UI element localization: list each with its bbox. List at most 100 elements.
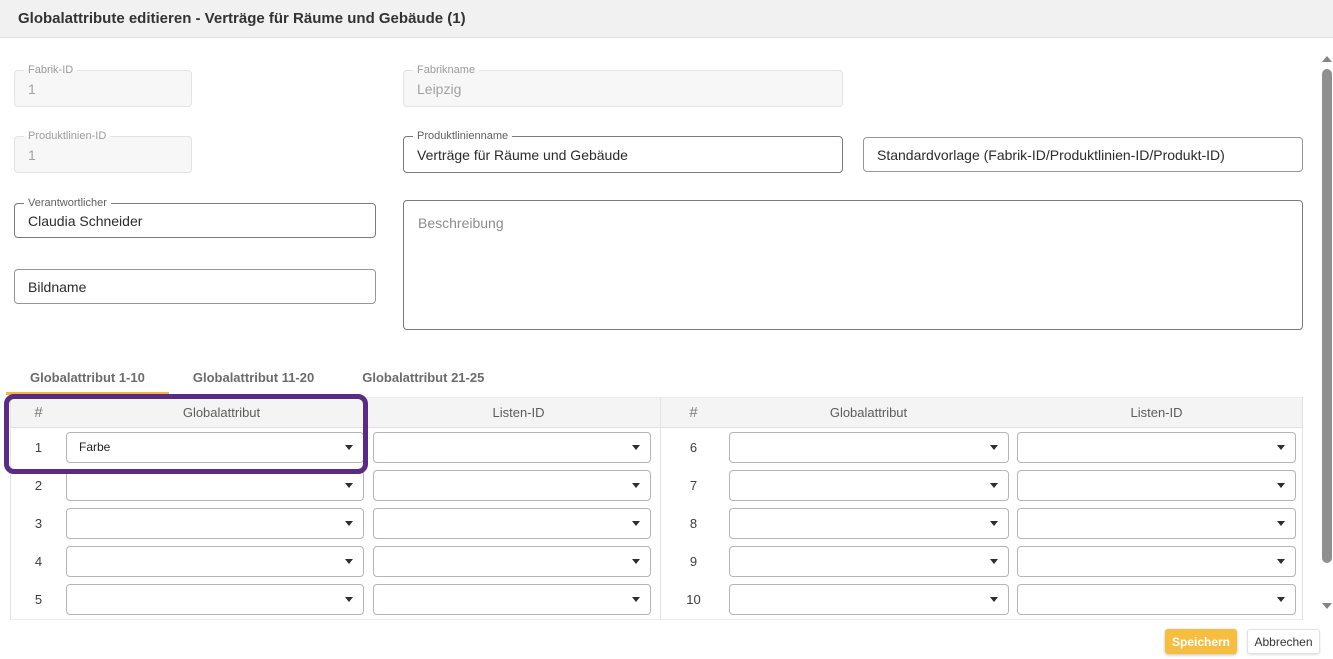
verantwortlicher-value: Claudia Schneider xyxy=(28,213,142,229)
globalattribut-select[interactable] xyxy=(729,508,1009,539)
bildname-input[interactable]: Bildname xyxy=(14,269,376,304)
globalattribut-select[interactable] xyxy=(729,432,1009,463)
chevron-down-icon xyxy=(990,445,998,450)
table-row: 1 Farbe xyxy=(11,428,660,466)
dialog-title-bar: Globalattribute editieren - Verträge für… xyxy=(0,0,1333,38)
scroll-up-icon[interactable] xyxy=(1322,56,1332,62)
row-number: 8 xyxy=(661,516,726,531)
chevron-down-icon xyxy=(990,483,998,488)
tab-globalattribut-1-10[interactable]: Globalattribut 1-10 xyxy=(6,363,169,395)
beschreibung-placeholder: Beschreibung xyxy=(418,215,504,231)
globalattribut-select[interactable] xyxy=(66,584,364,615)
listen-id-select[interactable] xyxy=(1017,470,1296,501)
chevron-down-icon xyxy=(990,597,998,602)
produktlinien-id-label: Produktlinien-ID xyxy=(24,130,110,143)
globalattribut-select[interactable] xyxy=(66,546,364,577)
listen-id-select[interactable] xyxy=(373,546,651,577)
globalattribut-select[interactable] xyxy=(66,508,364,539)
listen-id-select[interactable] xyxy=(1017,508,1296,539)
chevron-down-icon xyxy=(345,445,353,450)
fabrik-id-value: 1 xyxy=(28,81,36,97)
tab-globalattribut-21-25[interactable]: Globalattribut 21-25 xyxy=(338,363,508,395)
globalattribut-select[interactable] xyxy=(66,470,364,501)
fabrik-id-field: Fabrik-ID 1 xyxy=(14,70,192,107)
fabrikname-field: Fabrikname Leipzig xyxy=(403,70,843,107)
verantwortlicher-label: Verantwortlicher xyxy=(24,197,111,210)
table-header: # Globalattribut Listen-ID xyxy=(11,398,660,428)
produktlinien-id-field: Produktlinien-ID 1 xyxy=(14,136,192,173)
listen-id-select[interactable] xyxy=(1017,546,1296,577)
listen-id-select[interactable] xyxy=(373,470,651,501)
chevron-down-icon xyxy=(632,597,640,602)
globalattribut-table-left: # Globalattribut Listen-ID 1 Farbe 2 3 xyxy=(10,397,660,620)
listen-id-select[interactable] xyxy=(373,508,651,539)
table-row: 4 xyxy=(11,542,660,580)
table-row: 5 xyxy=(11,580,660,618)
produktlinienname-input[interactable]: Produktlinienname Verträge für Räume und… xyxy=(403,136,843,173)
globalattribut-select[interactable]: Farbe xyxy=(66,432,364,463)
listen-id-select[interactable] xyxy=(1017,432,1296,463)
chevron-down-icon xyxy=(345,521,353,526)
standardvorlage-input[interactable]: Standardvorlage (Fabrik-ID/Produktlinien… xyxy=(863,137,1303,172)
table-row: 3 xyxy=(11,504,660,542)
save-button[interactable]: Speichern xyxy=(1165,629,1237,654)
bildname-placeholder: Bildname xyxy=(28,279,86,295)
column-header-number: # xyxy=(661,404,726,421)
scrollbar-thumb[interactable] xyxy=(1322,69,1332,563)
chevron-down-icon xyxy=(632,483,640,488)
globalattribut-select[interactable] xyxy=(729,546,1009,577)
fabrik-id-label: Fabrik-ID xyxy=(24,64,77,77)
listen-id-select[interactable] xyxy=(373,584,651,615)
column-header-listen-id: Listen-ID xyxy=(377,405,660,420)
beschreibung-textarea[interactable]: Beschreibung xyxy=(403,200,1303,330)
row-number: 2 xyxy=(11,478,66,493)
chevron-down-icon xyxy=(345,559,353,564)
chevron-down-icon xyxy=(1277,521,1285,526)
listen-id-select[interactable] xyxy=(1017,584,1296,615)
page-title: Globalattribute editieren - Verträge für… xyxy=(0,10,466,27)
globalattribut-select[interactable] xyxy=(729,470,1009,501)
chevron-down-icon xyxy=(345,483,353,488)
row-number: 4 xyxy=(11,554,66,569)
table-row: 10 xyxy=(661,580,1302,618)
fabrikname-value: Leipzig xyxy=(417,81,461,97)
column-header-globalattribut: Globalattribut xyxy=(66,405,377,420)
row-number: 10 xyxy=(661,592,726,607)
chevron-down-icon xyxy=(1277,483,1285,488)
chevron-down-icon xyxy=(632,445,640,450)
produktlinienname-value: Verträge für Räume und Gebäude xyxy=(417,147,628,163)
chevron-down-icon xyxy=(632,521,640,526)
table-row: 7 xyxy=(661,466,1302,504)
tab-globalattribut-11-20[interactable]: Globalattribut 11-20 xyxy=(169,363,338,395)
row-number: 7 xyxy=(661,478,726,493)
standardvorlage-placeholder: Standardvorlage (Fabrik-ID/Produktlinien… xyxy=(877,147,1225,163)
table-row: 8 xyxy=(661,504,1302,542)
cancel-button[interactable]: Abbrechen xyxy=(1247,629,1320,654)
row-number: 9 xyxy=(661,554,726,569)
chevron-down-icon xyxy=(1277,559,1285,564)
verantwortlicher-input[interactable]: Verantwortlicher Claudia Schneider xyxy=(14,203,376,238)
chevron-down-icon xyxy=(990,559,998,564)
produktlinien-id-value: 1 xyxy=(28,147,36,163)
chevron-down-icon xyxy=(632,559,640,564)
row-number: 6 xyxy=(661,440,726,455)
chevron-down-icon xyxy=(1277,445,1285,450)
chevron-down-icon xyxy=(990,521,998,526)
chevron-down-icon xyxy=(1277,597,1285,602)
column-header-listen-id: Listen-ID xyxy=(1011,405,1302,420)
globalattribut-select[interactable] xyxy=(729,584,1009,615)
table-header: # Globalattribut Listen-ID xyxy=(661,398,1302,428)
listen-id-select[interactable] xyxy=(373,432,651,463)
produktlinienname-label: Produktlinienname xyxy=(413,130,512,143)
fabrikname-label: Fabrikname xyxy=(413,64,479,77)
scrollbar[interactable] xyxy=(1321,50,1333,615)
table-row: 9 xyxy=(661,542,1302,580)
column-header-globalattribut: Globalattribut xyxy=(726,405,1011,420)
column-header-number: # xyxy=(11,404,66,421)
scroll-down-icon[interactable] xyxy=(1322,603,1332,609)
selected-value: Farbe xyxy=(67,433,363,462)
row-number: 5 xyxy=(11,592,66,607)
table-row: 6 xyxy=(661,428,1302,466)
row-number: 3 xyxy=(11,516,66,531)
globalattribut-table-right: # Globalattribut Listen-ID 6 7 8 xyxy=(660,397,1303,620)
